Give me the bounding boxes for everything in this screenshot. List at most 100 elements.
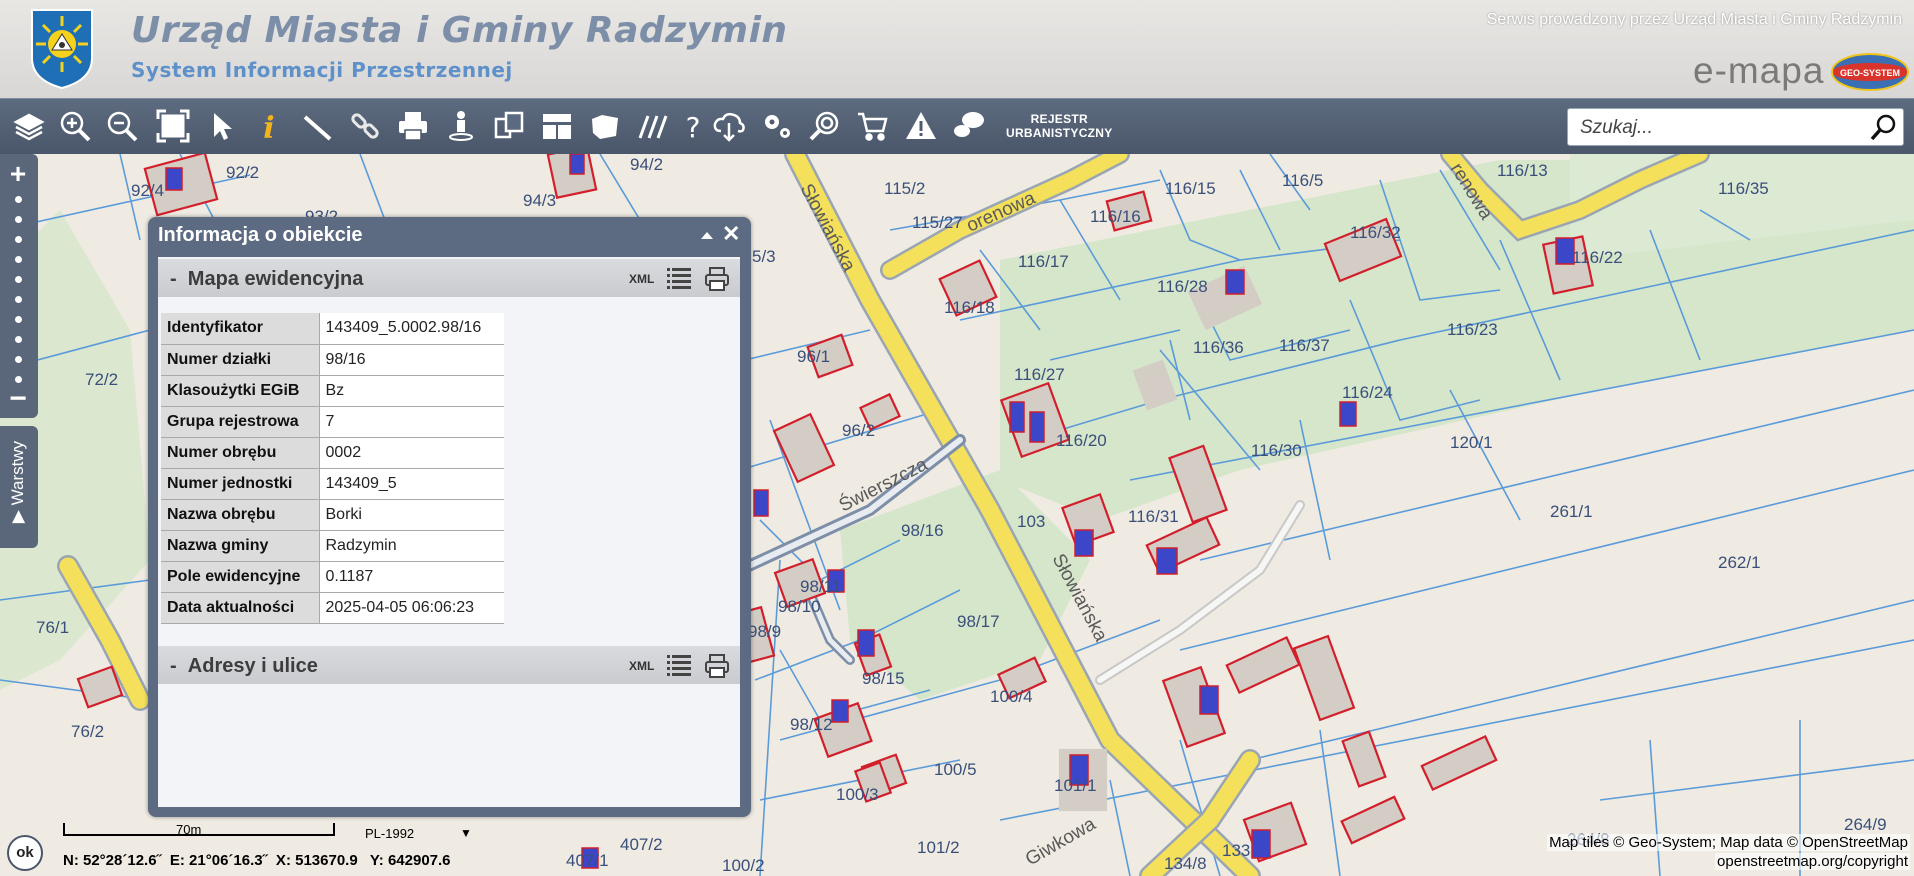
- zoom-level-dot[interactable]: [15, 236, 22, 243]
- zoom-level-dot[interactable]: [15, 296, 22, 303]
- layers-tab[interactable]: ▶ Warstwy: [0, 426, 38, 548]
- parcel-label: 116/17: [1018, 252, 1069, 271]
- list-icon[interactable]: [667, 654, 691, 676]
- zoom-level-dot[interactable]: [15, 196, 22, 203]
- attribute-row: Numer jednostki 143409_5: [161, 468, 504, 500]
- parcel-label: 98/16: [901, 521, 944, 540]
- select-arrow-icon[interactable]: [205, 109, 239, 143]
- header: Urząd Miasta i Gminy Radzymin System Inf…: [0, 0, 1914, 98]
- parcel-label: 116/15: [1165, 179, 1216, 198]
- zoom-plus-button[interactable]: +: [0, 158, 36, 190]
- xml-export-button[interactable]: XML: [629, 659, 654, 673]
- zoom-level-dot[interactable]: [15, 336, 22, 343]
- zoom-bar: + −: [0, 154, 38, 418]
- attribute-key: Data aktualności: [161, 592, 320, 624]
- attribute-key: Nazwa obrębu: [161, 499, 320, 531]
- rejestr-urbanistyczny-button[interactable]: REJESTR URBANISTYCZNY: [1006, 112, 1113, 140]
- attribute-key: Numer obrębu: [161, 437, 320, 469]
- print-icon[interactable]: [396, 109, 430, 143]
- attribute-value: 7: [319, 406, 504, 438]
- attribute-value: 0.1187: [319, 561, 504, 593]
- info-icon[interactable]: i: [252, 109, 286, 146]
- download-cloud-icon[interactable]: [712, 109, 746, 143]
- print-icon[interactable]: [704, 266, 730, 292]
- list-icon[interactable]: [667, 267, 691, 289]
- parcel-label: 264/9: [1844, 815, 1887, 834]
- warning-icon[interactable]: [904, 109, 938, 143]
- parcel-label: 98/17: [957, 612, 1000, 631]
- street-view-icon[interactable]: [444, 109, 478, 143]
- parcel-label: 133: [1222, 841, 1250, 860]
- parcel-label: 116/31: [1128, 507, 1179, 526]
- zoom-level-dot[interactable]: [15, 316, 22, 323]
- chat-icon[interactable]: [952, 109, 986, 143]
- parcel-label: 100/3: [836, 785, 879, 804]
- attribute-value: Radzymin: [319, 530, 504, 562]
- attribute-value: 98/16: [319, 344, 504, 376]
- settings-icon[interactable]: [760, 109, 794, 143]
- cart-icon[interactable]: [856, 109, 890, 143]
- close-icon[interactable]: ✕: [722, 223, 740, 245]
- toolbar: i ? REJESTR URBANISTYCZNY: [0, 98, 1914, 155]
- ok-button[interactable]: ok: [7, 835, 43, 871]
- link-icon[interactable]: [348, 109, 382, 143]
- parcel-label: 116/35: [1718, 179, 1769, 198]
- parcel-label: 116/16: [1090, 207, 1141, 226]
- chevron-down-icon[interactable]: ▼: [460, 826, 472, 840]
- measure-ruler-icon[interactable]: [300, 109, 334, 143]
- parcel-label: 116/23: [1447, 320, 1498, 339]
- projection-select[interactable]: PL-1992: [365, 826, 414, 841]
- xml-export-button[interactable]: XML: [629, 272, 654, 286]
- zoom-extent-icon[interactable]: [156, 109, 190, 143]
- parcel-label: 116/20: [1056, 431, 1107, 450]
- parcel-label: 116/18: [944, 298, 995, 317]
- attribute-value: Bz: [319, 375, 504, 407]
- layers-icon[interactable]: [12, 109, 46, 143]
- site-subtitle: System Informacji Przestrzennej: [131, 58, 513, 82]
- zoom-minus-button[interactable]: −: [0, 382, 36, 416]
- layout-icon[interactable]: [540, 109, 574, 143]
- search-icon[interactable]: [1869, 112, 1899, 142]
- attributes-table: Identyfikator 143409_5.0002.98/16 Numer dz…: [161, 313, 504, 624]
- print-icon[interactable]: [704, 653, 730, 679]
- attribute-row: Nazwa obrębu Borki: [161, 499, 504, 531]
- attribute-key: Klasoużytki EGiB: [161, 375, 320, 407]
- zoom-level-dot[interactable]: [15, 276, 22, 283]
- info-panel-title: Informacja o obiekcie: [158, 224, 363, 246]
- rejestr-line1: REJESTR: [1030, 112, 1089, 126]
- section-header-mapa-ewidencyjna[interactable]: - Mapa ewidencyjna XML: [158, 259, 740, 297]
- parcel-label: 261/1: [1550, 502, 1593, 521]
- search-input[interactable]: [1578, 109, 1862, 147]
- zoom-search-icon[interactable]: [808, 109, 842, 143]
- search-box: [1567, 108, 1904, 147]
- hatch-icon[interactable]: [636, 109, 670, 143]
- parcel-label: 96/1: [797, 347, 830, 366]
- parcel-label: 116/28: [1157, 277, 1208, 296]
- parcel-label: 76/2: [71, 722, 104, 741]
- parcel-label: 103: [1017, 512, 1045, 531]
- attribute-value: 143409_5.0002.98/16: [319, 313, 504, 345]
- zoom-level-dot[interactable]: [15, 216, 22, 223]
- compare-icon[interactable]: [492, 109, 526, 143]
- map-shape-icon[interactable]: [588, 109, 622, 143]
- parcel-label: 96/2: [842, 421, 875, 440]
- section-header-adresy-i-ulice[interactable]: - Adresy i ulice XML: [158, 646, 740, 684]
- zoom-level-dot[interactable]: [15, 356, 22, 363]
- zoom-in-icon[interactable]: [58, 109, 92, 143]
- parcel-label: 134/8: [1164, 854, 1207, 873]
- section-title: - Mapa ewidencyjna: [170, 268, 364, 290]
- zoom-out-icon[interactable]: [105, 109, 139, 143]
- attribute-value: 0002: [319, 437, 504, 469]
- parcel-label: 100/2: [722, 856, 765, 875]
- osm-copyright-link[interactable]: openstreetmap.org/copyright: [1715, 853, 1910, 870]
- attribute-row: Data aktualności 2025-04-05 06:06:23: [161, 592, 504, 624]
- rejestr-line2: URBANISTYCZNY: [1006, 126, 1113, 140]
- parcel-label: 100/4: [990, 687, 1033, 706]
- collapse-icon[interactable]: [700, 228, 714, 242]
- zoom-level-dot[interactable]: [15, 256, 22, 263]
- attribute-key: Numer działki: [161, 344, 320, 376]
- attribute-row: Nazwa gminy Radzymin: [161, 530, 504, 562]
- parcel-label: 407/1: [566, 851, 609, 870]
- help-icon[interactable]: ?: [676, 109, 710, 144]
- parcel-label: 116/13: [1497, 161, 1548, 180]
